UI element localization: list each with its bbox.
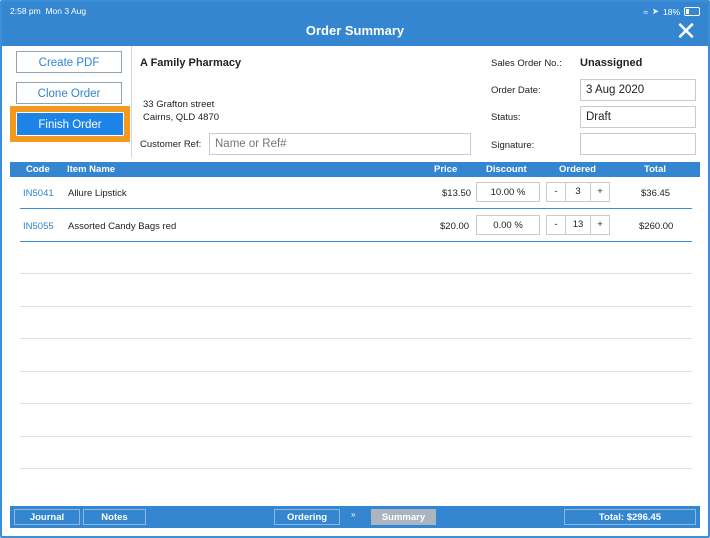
column-total: Total	[644, 164, 666, 175]
journal-button[interactable]: Journal	[14, 509, 80, 525]
battery-icon	[684, 7, 700, 16]
row-divider	[20, 241, 692, 242]
page-title: Order Summary	[305, 23, 405, 38]
quantity-stepper: - 3 +	[546, 182, 610, 202]
increment-button[interactable]: +	[591, 183, 609, 201]
empty-row-divider	[20, 403, 692, 404]
item-name: Allure Lipstick	[68, 188, 127, 199]
wifi-icon: ≈	[643, 6, 648, 17]
battery-percent: 18%	[662, 6, 680, 17]
signature-field[interactable]	[580, 133, 696, 155]
address-line-1: 33 Grafton street	[143, 99, 215, 110]
empty-row-divider	[20, 436, 692, 437]
status-bar-left: 2:58 pm Mon 3 Aug	[10, 6, 86, 16]
discount-field[interactable]: 10.00 %	[476, 182, 540, 202]
location-icon: ➤	[651, 6, 659, 16]
decrement-button[interactable]: -	[547, 183, 565, 201]
status-label: Status:	[491, 112, 521, 123]
title-bar: 2:58 pm Mon 3 Aug ≈ ➤ 18% Order Summary …	[2, 2, 708, 46]
quantity-value[interactable]: 13	[565, 216, 591, 234]
finish-order-button[interactable]: Finish Order	[16, 112, 124, 136]
item-total: $36.45	[641, 188, 671, 199]
column-item-name: Item Name	[67, 164, 116, 175]
signature-label: Signature:	[491, 140, 535, 151]
app-window: 2:58 pm Mon 3 Aug ≈ ➤ 18% Order Summary …	[0, 0, 710, 538]
customer-ref-input[interactable]	[209, 133, 471, 155]
footer-bar: Journal Notes Ordering » Summary Total: …	[10, 506, 700, 528]
decrement-button[interactable]: -	[547, 216, 565, 234]
column-code: Code	[26, 164, 50, 175]
status-time: 2:58 pm	[10, 6, 41, 16]
empty-row-divider	[20, 468, 692, 469]
order-date-field[interactable]: 3 Aug 2020	[580, 79, 696, 101]
status-field[interactable]: Draft	[580, 106, 696, 128]
divider	[131, 46, 132, 158]
address-line-2: Cairns, QLD 4870	[143, 112, 220, 123]
finish-order-highlight: Finish Order	[10, 106, 130, 142]
order-date-label: Order Date:	[491, 85, 541, 96]
table-row[interactable]: IN5041 Allure Lipstick $13.50 10.00 % - …	[10, 179, 700, 209]
sales-order-label: Sales Order No.:	[491, 58, 562, 69]
item-name: Assorted Candy Bags red	[68, 221, 177, 232]
clone-order-button[interactable]: Clone Order	[16, 82, 122, 104]
column-price: Price	[434, 164, 458, 175]
notes-button[interactable]: Notes	[83, 509, 146, 525]
item-price: $13.50	[442, 188, 472, 199]
summary-tab[interactable]: Summary	[371, 509, 436, 525]
row-divider	[20, 208, 692, 209]
table-header: Code Item Name Price Discount Ordered To…	[10, 162, 700, 177]
discount-field[interactable]: 0.00 %	[476, 215, 540, 235]
status-date: Mon 3 Aug	[45, 6, 87, 16]
customer-ref-label: Customer Ref:	[140, 139, 202, 150]
item-code-link[interactable]: IN5041	[23, 188, 54, 199]
item-total: $260.00	[639, 221, 674, 232]
column-ordered: Ordered	[559, 164, 596, 175]
ordering-tab[interactable]: Ordering	[274, 509, 340, 525]
table-row[interactable]: IN5055 Assorted Candy Bags red $20.00 0.…	[10, 212, 700, 242]
order-total: Total: $296.45	[564, 509, 696, 525]
increment-button[interactable]: +	[591, 216, 609, 234]
empty-row-divider	[20, 371, 692, 372]
create-pdf-button[interactable]: Create PDF	[16, 51, 122, 73]
empty-row-divider	[20, 273, 692, 274]
close-icon[interactable]: ✕	[674, 18, 698, 44]
quantity-value[interactable]: 3	[565, 183, 591, 201]
item-code-link[interactable]: IN5055	[23, 221, 54, 232]
item-price: $20.00	[440, 221, 470, 232]
sales-order-value: Unassigned	[580, 57, 643, 69]
chevron-right-icon: »	[351, 510, 356, 519]
empty-row-divider	[20, 338, 692, 339]
empty-row-divider	[20, 306, 692, 307]
quantity-stepper: - 13 +	[546, 215, 610, 235]
customer-name: A Family Pharmacy	[140, 57, 242, 69]
column-discount: Discount	[486, 164, 527, 175]
